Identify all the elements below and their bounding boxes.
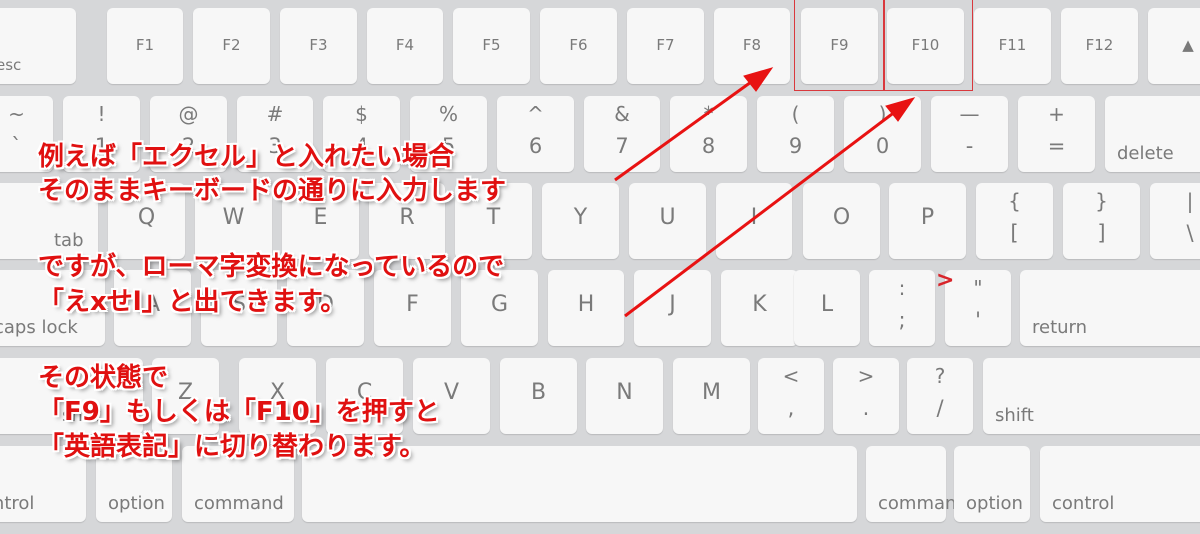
arrowhead-icon: [743, 67, 774, 92]
annotation-marker: >: [936, 268, 955, 293]
arrowhead-icon: [885, 97, 916, 122]
annotation-line: その状態で: [38, 363, 169, 393]
annotation-line: 例えば「エクセル」と入れたい場合: [38, 142, 455, 172]
annotation-line: 「F9」もしくは「F10」を押すと: [38, 397, 440, 427]
annotation-line: ですが、ローマ字変換になっているので: [38, 252, 505, 282]
annotation-line: そのままキーボードの通りに入力します: [38, 176, 507, 206]
annotation-line: 「えxせl」と出てきます。: [38, 287, 347, 317]
arrow-to-f10: [624, 106, 901, 318]
arrow-to-f9: [614, 75, 759, 182]
annotation-line: 「英語表記」に切り替わります。: [38, 432, 426, 462]
